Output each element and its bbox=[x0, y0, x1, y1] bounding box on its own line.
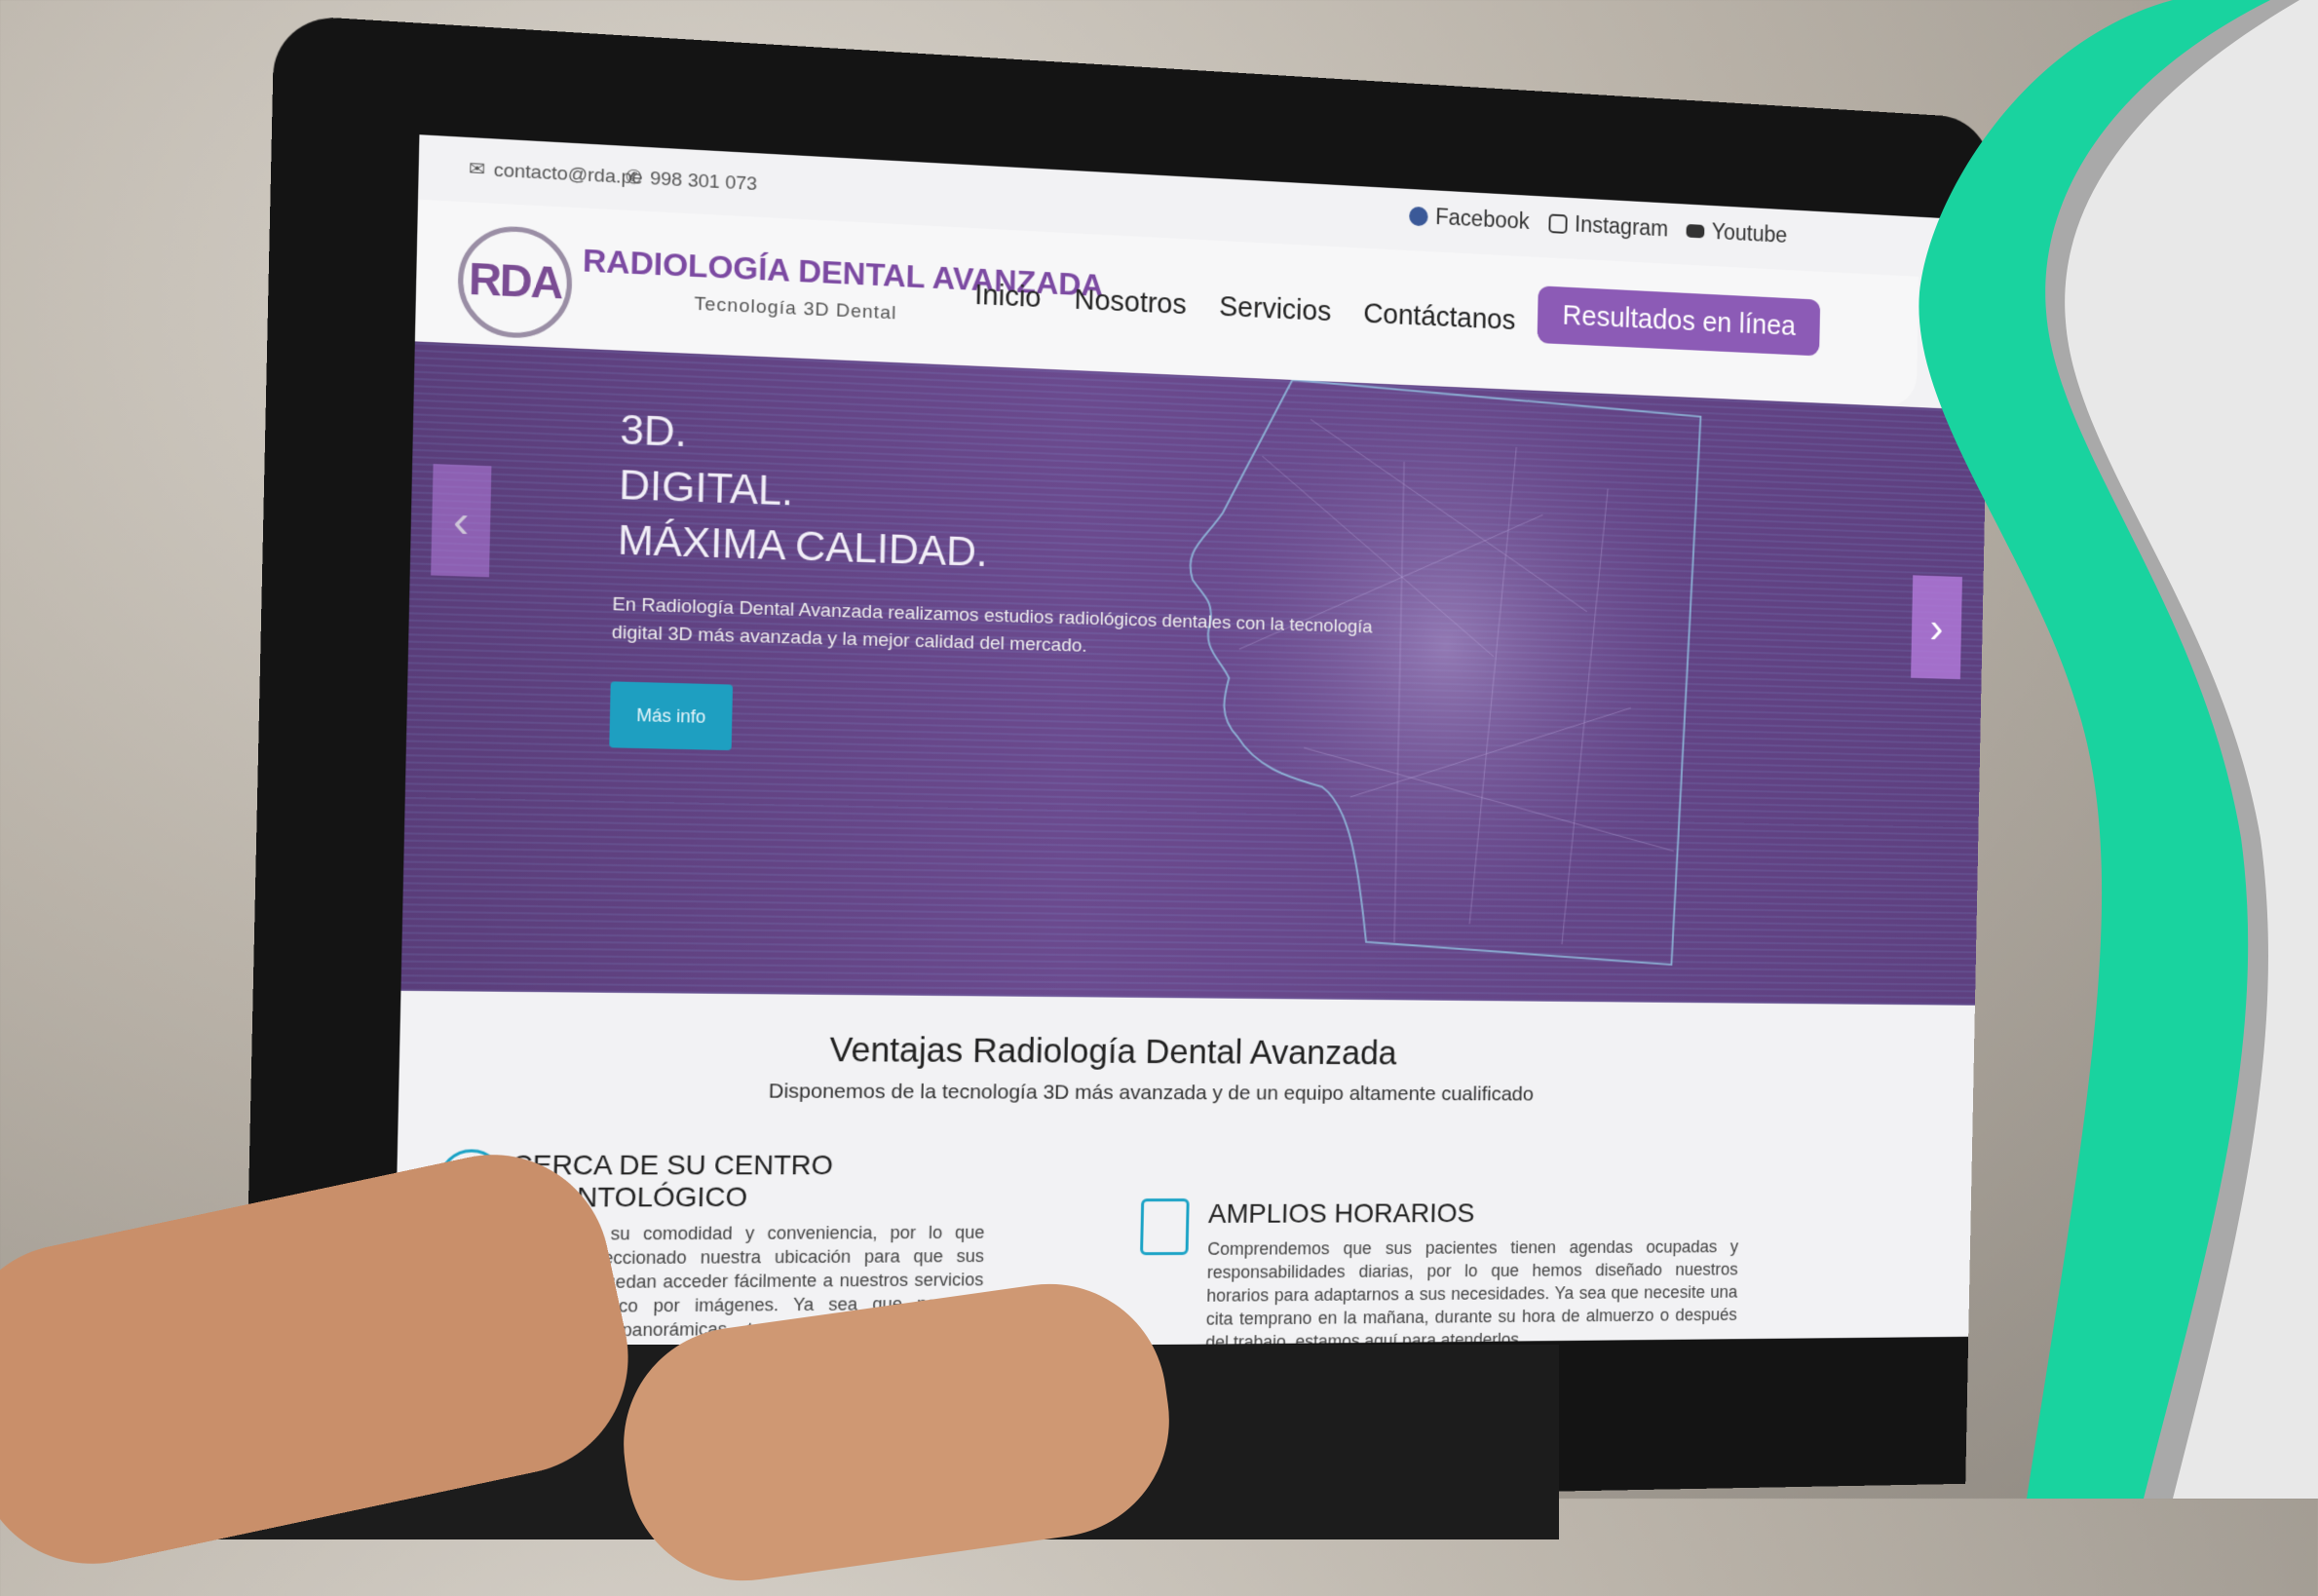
instagram-icon bbox=[1548, 212, 1568, 234]
carousel-next-button[interactable]: › bbox=[1911, 575, 1962, 680]
chevron-left-icon: ‹ bbox=[452, 494, 471, 548]
chevron-right-icon: › bbox=[1929, 602, 1944, 652]
hero-line-1: 3D. bbox=[619, 405, 688, 456]
email-contact[interactable]: ✉ contacto@rda.pe bbox=[469, 158, 643, 190]
mail-icon: ✉ bbox=[468, 158, 486, 181]
advantage-heading: AMPLIOS HORARIOS bbox=[1207, 1197, 1475, 1229]
advantages-title: Ventajas Radiología Dental Avanzada bbox=[829, 1030, 1397, 1073]
hero-line-2: DIGITAL. bbox=[618, 460, 794, 514]
more-info-button[interactable]: Más info bbox=[609, 681, 734, 751]
phone-text: 998 301 073 bbox=[649, 168, 758, 195]
youtube-icon bbox=[1686, 223, 1705, 239]
logo-text: RDA bbox=[468, 254, 562, 309]
advantages-subtitle: Disponemos de la tecnología 3D más avanz… bbox=[768, 1080, 1535, 1106]
hero-banner: 3D. DIGITAL. MÁXIMA CALIDAD. En Radiolog… bbox=[400, 341, 1988, 1006]
digital-face-image bbox=[1106, 353, 1773, 1006]
phone-contact[interactable]: ✆ 998 301 073 bbox=[626, 166, 758, 196]
nav-item-inicio[interactable]: Inicio bbox=[974, 280, 1042, 316]
facebook-icon bbox=[1409, 206, 1428, 226]
facebook-link[interactable]: Facebook bbox=[1409, 203, 1530, 235]
nav-item-servicios[interactable]: Servicios bbox=[1219, 291, 1332, 328]
website-screen: ✉ contacto@rda.pe ✆ 998 301 073 Facebook… bbox=[393, 134, 1991, 1352]
logo[interactable]: RDA bbox=[456, 223, 574, 341]
brand-tagline: Tecnología 3D Dental bbox=[694, 293, 897, 324]
facebook-label: Facebook bbox=[1434, 204, 1530, 234]
instagram-label: Instagram bbox=[1574, 210, 1669, 242]
email-text: contacto@rda.pe bbox=[493, 159, 643, 189]
results-online-button[interactable]: Resultados en línea bbox=[1537, 285, 1821, 357]
phone-icon: ✆ bbox=[625, 167, 642, 189]
main-nav: Inicio Nosotros Servicios Contáctanos bbox=[974, 280, 1516, 337]
instagram-link[interactable]: Instagram bbox=[1548, 210, 1668, 243]
nav-item-contactanos[interactable]: Contáctanos bbox=[1363, 298, 1516, 337]
calendar-clock-icon bbox=[1140, 1198, 1190, 1256]
carousel-prev-button[interactable]: ‹ bbox=[431, 464, 492, 578]
advantage-item-hours: AMPLIOS HORARIOS Comprendemos que sus pa… bbox=[1138, 1197, 1739, 1352]
advantage-text: Comprendemos que sus pacientes tienen ag… bbox=[1205, 1236, 1739, 1352]
youtube-link[interactable]: Youtube bbox=[1686, 217, 1787, 248]
youtube-label: Youtube bbox=[1711, 218, 1788, 247]
nav-item-nosotros[interactable]: Nosotros bbox=[1074, 285, 1187, 323]
